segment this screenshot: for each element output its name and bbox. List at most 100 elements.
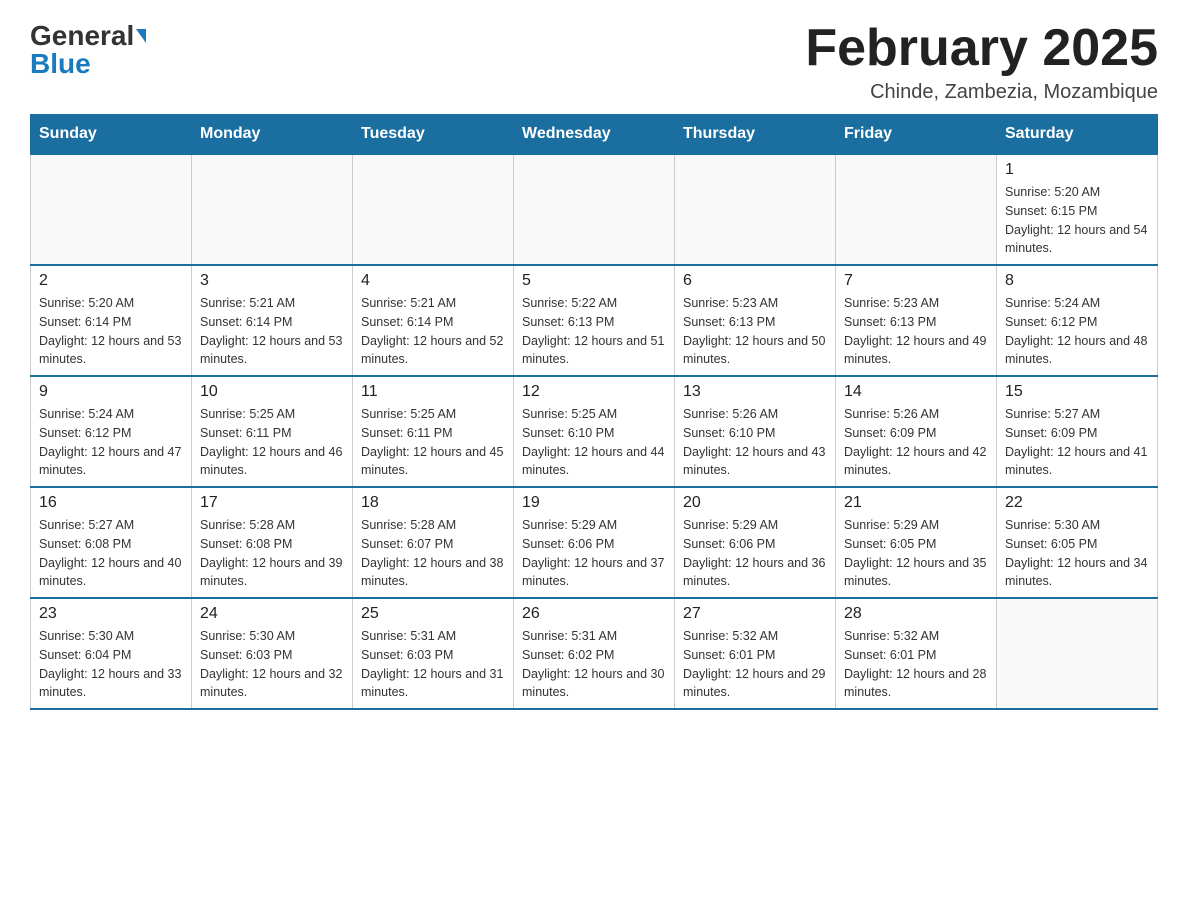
day-info: Sunrise: 5:22 AMSunset: 6:13 PMDaylight:… xyxy=(522,294,666,369)
day-number: 26 xyxy=(522,605,666,623)
day-info: Sunrise: 5:24 AMSunset: 6:12 PMDaylight:… xyxy=(39,405,183,480)
day-header-sunday: Sunday xyxy=(31,115,192,155)
day-number: 20 xyxy=(683,494,827,512)
calendar-week-row: 23 Sunrise: 5:30 AMSunset: 6:04 PMDayligh… xyxy=(31,598,1158,709)
calendar-cell: 14 Sunrise: 5:26 AMSunset: 6:09 PMDayligh… xyxy=(836,376,997,487)
calendar-cell: 3 Sunrise: 5:21 AMSunset: 6:14 PMDaylight… xyxy=(192,265,353,376)
day-info: Sunrise: 5:26 AMSunset: 6:09 PMDaylight:… xyxy=(844,405,988,480)
day-header-wednesday: Wednesday xyxy=(514,115,675,155)
calendar-cell: 1 Sunrise: 5:20 AMSunset: 6:15 PMDaylight… xyxy=(997,154,1158,265)
day-info: Sunrise: 5:20 AMSunset: 6:14 PMDaylight:… xyxy=(39,294,183,369)
day-info: Sunrise: 5:32 AMSunset: 6:01 PMDaylight:… xyxy=(683,627,827,702)
calendar-cell xyxy=(997,598,1158,709)
day-number: 6 xyxy=(683,272,827,290)
day-info: Sunrise: 5:31 AMSunset: 6:02 PMDaylight:… xyxy=(522,627,666,702)
day-number: 12 xyxy=(522,383,666,401)
day-number: 1 xyxy=(1005,161,1149,179)
day-number: 10 xyxy=(200,383,344,401)
calendar-cell: 6 Sunrise: 5:23 AMSunset: 6:13 PMDaylight… xyxy=(675,265,836,376)
day-info: Sunrise: 5:21 AMSunset: 6:14 PMDaylight:… xyxy=(361,294,505,369)
day-number: 8 xyxy=(1005,272,1149,290)
calendar-cell: 23 Sunrise: 5:30 AMSunset: 6:04 PMDayligh… xyxy=(31,598,192,709)
calendar-cell: 13 Sunrise: 5:26 AMSunset: 6:10 PMDayligh… xyxy=(675,376,836,487)
day-info: Sunrise: 5:27 AMSunset: 6:08 PMDaylight:… xyxy=(39,516,183,591)
day-info: Sunrise: 5:29 AMSunset: 6:05 PMDaylight:… xyxy=(844,516,988,591)
calendar-cell: 7 Sunrise: 5:23 AMSunset: 6:13 PMDaylight… xyxy=(836,265,997,376)
calendar-week-row: 2 Sunrise: 5:20 AMSunset: 6:14 PMDaylight… xyxy=(31,265,1158,376)
day-number: 19 xyxy=(522,494,666,512)
day-info: Sunrise: 5:26 AMSunset: 6:10 PMDaylight:… xyxy=(683,405,827,480)
day-info: Sunrise: 5:25 AMSunset: 6:10 PMDaylight:… xyxy=(522,405,666,480)
day-number: 16 xyxy=(39,494,183,512)
day-number: 13 xyxy=(683,383,827,401)
calendar-cell: 8 Sunrise: 5:24 AMSunset: 6:12 PMDaylight… xyxy=(997,265,1158,376)
calendar-week-row: 9 Sunrise: 5:24 AMSunset: 6:12 PMDaylight… xyxy=(31,376,1158,487)
calendar-cell xyxy=(675,154,836,265)
day-number: 2 xyxy=(39,272,183,290)
calendar-cell: 21 Sunrise: 5:29 AMSunset: 6:05 PMDayligh… xyxy=(836,487,997,598)
calendar-cell: 26 Sunrise: 5:31 AMSunset: 6:02 PMDayligh… xyxy=(514,598,675,709)
calendar-cell: 25Sunrise: 5:31 AMSunset: 6:03 PMDayligh… xyxy=(353,598,514,709)
day-info: Sunrise: 5:25 AMSunset: 6:11 PMDaylight:… xyxy=(361,405,505,480)
calendar-cell xyxy=(192,154,353,265)
calendar-cell: 22 Sunrise: 5:30 AMSunset: 6:05 PMDayligh… xyxy=(997,487,1158,598)
title-section: February 2025 Chinde, Zambezia, Mozambiq… xyxy=(805,20,1158,104)
day-info: Sunrise: 5:30 AMSunset: 6:04 PMDaylight:… xyxy=(39,627,183,702)
location: Chinde, Zambezia, Mozambique xyxy=(805,81,1158,104)
day-header-friday: Friday xyxy=(836,115,997,155)
day-number: 3 xyxy=(200,272,344,290)
calendar-cell: 5 Sunrise: 5:22 AMSunset: 6:13 PMDaylight… xyxy=(514,265,675,376)
calendar-cell: 10 Sunrise: 5:25 AMSunset: 6:11 PMDayligh… xyxy=(192,376,353,487)
day-info: Sunrise: 5:27 AMSunset: 6:09 PMDaylight:… xyxy=(1005,405,1149,480)
day-number: 23 xyxy=(39,605,183,623)
day-info: Sunrise: 5:30 AMSunset: 6:03 PMDaylight:… xyxy=(200,627,344,702)
calendar-cell: 18Sunrise: 5:28 AMSunset: 6:07 PMDayligh… xyxy=(353,487,514,598)
calendar-cell xyxy=(31,154,192,265)
calendar-cell: 4Sunrise: 5:21 AMSunset: 6:14 PMDaylight… xyxy=(353,265,514,376)
day-info: Sunrise: 5:25 AMSunset: 6:11 PMDaylight:… xyxy=(200,405,344,480)
day-header-thursday: Thursday xyxy=(675,115,836,155)
calendar-week-row: 1 Sunrise: 5:20 AMSunset: 6:15 PMDaylight… xyxy=(31,154,1158,265)
calendar-cell: 17 Sunrise: 5:28 AMSunset: 6:08 PMDayligh… xyxy=(192,487,353,598)
day-number: 15 xyxy=(1005,383,1149,401)
day-number: 11 xyxy=(361,383,505,401)
day-info: Sunrise: 5:28 AMSunset: 6:07 PMDaylight:… xyxy=(361,516,505,591)
calendar-cell: 15 Sunrise: 5:27 AMSunset: 6:09 PMDayligh… xyxy=(997,376,1158,487)
calendar-cell: 12 Sunrise: 5:25 AMSunset: 6:10 PMDayligh… xyxy=(514,376,675,487)
day-number: 28 xyxy=(844,605,988,623)
day-info: Sunrise: 5:24 AMSunset: 6:12 PMDaylight:… xyxy=(1005,294,1149,369)
day-number: 9 xyxy=(39,383,183,401)
calendar-week-row: 16 Sunrise: 5:27 AMSunset: 6:08 PMDayligh… xyxy=(31,487,1158,598)
day-info: Sunrise: 5:20 AMSunset: 6:15 PMDaylight:… xyxy=(1005,183,1149,258)
calendar-cell: 28 Sunrise: 5:32 AMSunset: 6:01 PMDayligh… xyxy=(836,598,997,709)
day-number: 22 xyxy=(1005,494,1149,512)
calendar-cell: 11 Sunrise: 5:25 AMSunset: 6:11 PMDayligh… xyxy=(353,376,514,487)
calendar-cell xyxy=(514,154,675,265)
day-info: Sunrise: 5:29 AMSunset: 6:06 PMDaylight:… xyxy=(522,516,666,591)
day-info: Sunrise: 5:23 AMSunset: 6:13 PMDaylight:… xyxy=(683,294,827,369)
calendar-cell: 19 Sunrise: 5:29 AMSunset: 6:06 PMDayligh… xyxy=(514,487,675,598)
day-number: 21 xyxy=(844,494,988,512)
day-number: 17 xyxy=(200,494,344,512)
calendar-cell xyxy=(836,154,997,265)
calendar-table: SundayMondayTuesdayWednesdayThursdayFrid… xyxy=(30,114,1158,710)
calendar-cell: 20 Sunrise: 5:29 AMSunset: 6:06 PMDayligh… xyxy=(675,487,836,598)
month-title: February 2025 xyxy=(805,20,1158,77)
day-number: 24 xyxy=(200,605,344,623)
day-number: 25 xyxy=(361,605,505,623)
day-info: Sunrise: 5:21 AMSunset: 6:14 PMDaylight:… xyxy=(200,294,344,369)
calendar-header-row: SundayMondayTuesdayWednesdayThursdayFrid… xyxy=(31,115,1158,155)
day-number: 14 xyxy=(844,383,988,401)
day-info: Sunrise: 5:23 AMSunset: 6:13 PMDaylight:… xyxy=(844,294,988,369)
calendar-cell: 2 Sunrise: 5:20 AMSunset: 6:14 PMDaylight… xyxy=(31,265,192,376)
day-number: 5 xyxy=(522,272,666,290)
day-number: 7 xyxy=(844,272,988,290)
day-header-monday: Monday xyxy=(192,115,353,155)
calendar-cell xyxy=(353,154,514,265)
logo-triangle-icon xyxy=(136,29,146,43)
day-info: Sunrise: 5:29 AMSunset: 6:06 PMDaylight:… xyxy=(683,516,827,591)
logo: General Blue xyxy=(30,20,146,80)
day-info: Sunrise: 5:32 AMSunset: 6:01 PMDaylight:… xyxy=(844,627,988,702)
day-info: Sunrise: 5:28 AMSunset: 6:08 PMDaylight:… xyxy=(200,516,344,591)
day-info: Sunrise: 5:30 AMSunset: 6:05 PMDaylight:… xyxy=(1005,516,1149,591)
